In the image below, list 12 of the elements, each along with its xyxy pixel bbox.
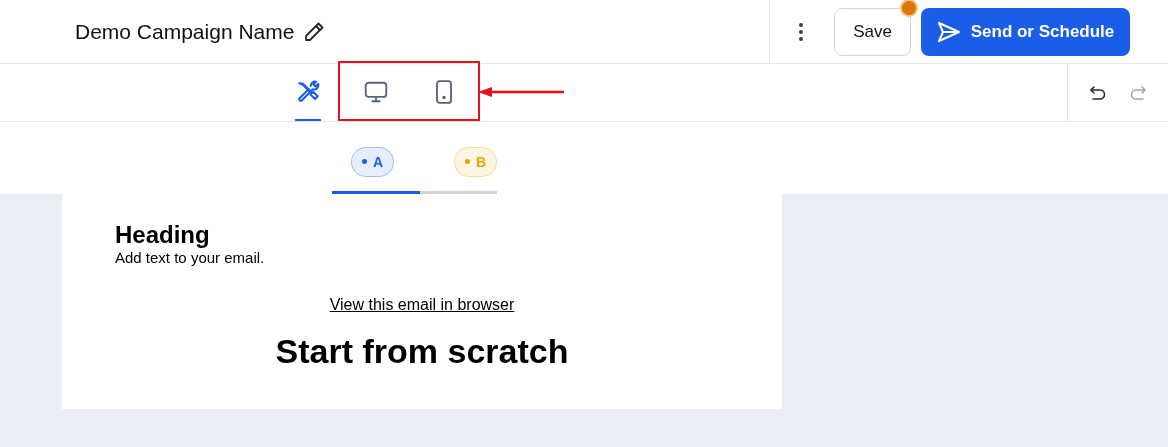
campaign-name: Demo Campaign Name	[75, 19, 295, 44]
more-icon[interactable]	[798, 21, 804, 42]
send-button[interactable]: Send or Schedule	[921, 7, 1130, 56]
body-text: Add text to your email.	[115, 249, 266, 266]
heading-text: Heading	[115, 221, 211, 249]
tools-icon	[295, 78, 321, 105]
variant-badge: A	[351, 146, 395, 177]
send-icon	[936, 20, 961, 43]
browser-link[interactable]: View this email in browser	[329, 296, 515, 314]
save-button[interactable]: Save	[834, 7, 911, 56]
variant-badge: B	[453, 146, 497, 177]
email-title: Start from scratch	[275, 332, 569, 371]
